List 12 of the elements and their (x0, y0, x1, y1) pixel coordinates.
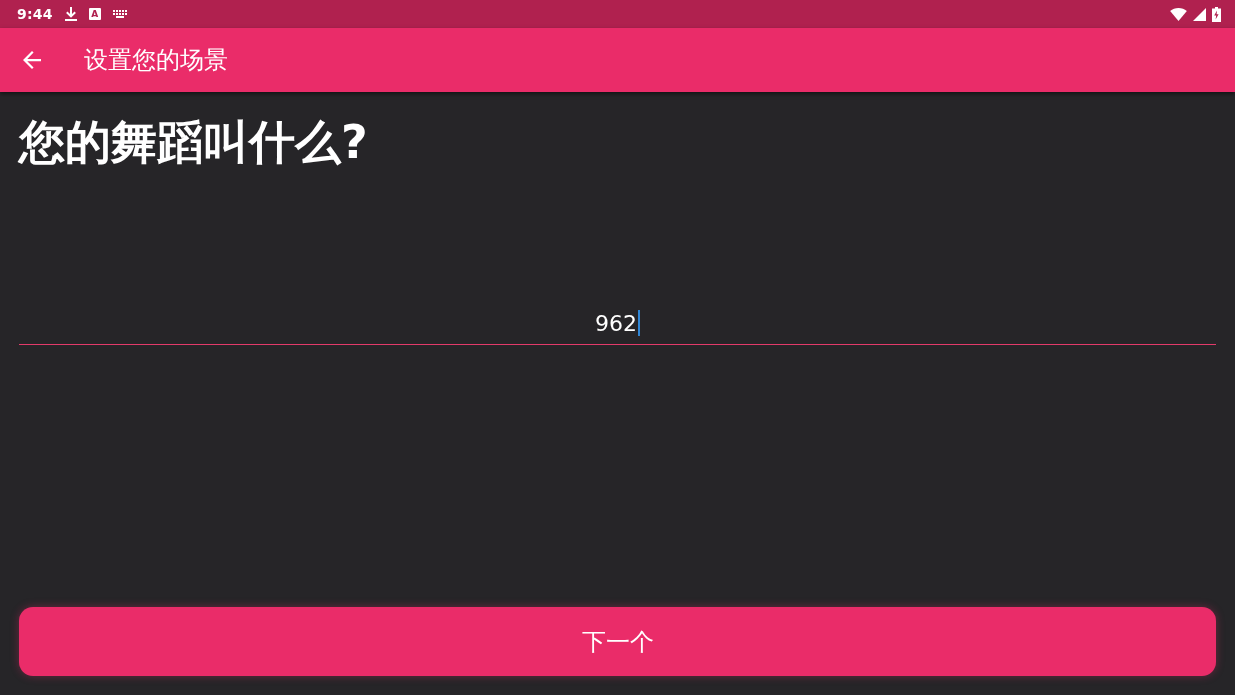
next-button[interactable]: 下一个 (19, 607, 1216, 676)
keyboard-icon (112, 9, 127, 19)
status-time: 9:44 (17, 6, 53, 22)
back-arrow-icon (23, 51, 41, 69)
signal-icon (1193, 7, 1206, 21)
name-input-field[interactable]: 962 (19, 302, 1216, 345)
app-bar-title: 设置您的场景 (84, 45, 228, 76)
battery-charging-icon (1212, 6, 1221, 22)
question-heading: 您的舞蹈叫什么? (19, 114, 369, 171)
wifi-icon (1170, 7, 1187, 21)
input-method-icon: A (88, 8, 101, 20)
download-icon (64, 7, 77, 21)
